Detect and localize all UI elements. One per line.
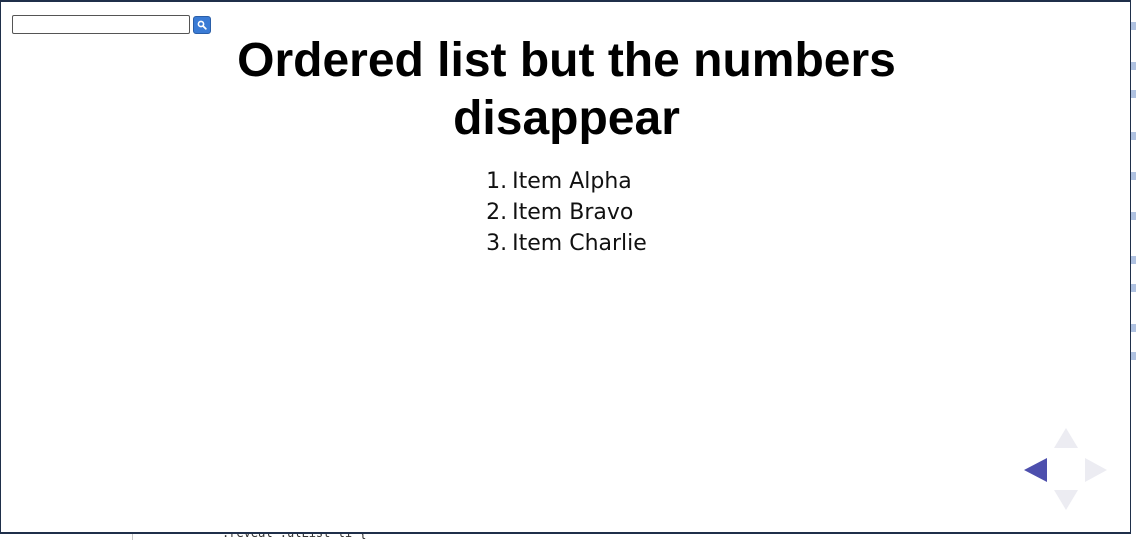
- list-item-label: Item Bravo: [512, 200, 634, 225]
- slide-frame: Ordered list but the numbers disappear 1…: [0, 0, 1131, 534]
- list-item: 3. Item Charlie: [486, 228, 647, 259]
- list-item-label: Item Alpha: [512, 169, 632, 194]
- slide-navigation-controls: [1023, 428, 1109, 514]
- slide-content: Ordered list but the numbers disappear 1…: [1, 32, 1132, 259]
- right-arrow-icon[interactable]: [1085, 458, 1107, 482]
- up-arrow-icon[interactable]: [1054, 428, 1078, 448]
- list-item: 1. Item Alpha: [486, 166, 647, 197]
- list-item-label: Item Charlie: [512, 231, 647, 256]
- list-item: 2. Item Bravo: [486, 197, 647, 228]
- list-item-number: 2.: [486, 200, 508, 225]
- left-arrow-icon[interactable]: [1024, 458, 1047, 482]
- slide-title: Ordered list but the numbers disappear: [237, 34, 896, 145]
- search-button[interactable]: [193, 15, 211, 34]
- down-arrow-icon[interactable]: [1054, 490, 1078, 510]
- list-item-number: 3.: [486, 231, 508, 256]
- search-icon: [197, 20, 207, 30]
- list-item-number: 1.: [486, 169, 508, 194]
- ordered-list: 1. Item Alpha 2. Item Bravo 3. Item Charlie: [486, 166, 647, 259]
